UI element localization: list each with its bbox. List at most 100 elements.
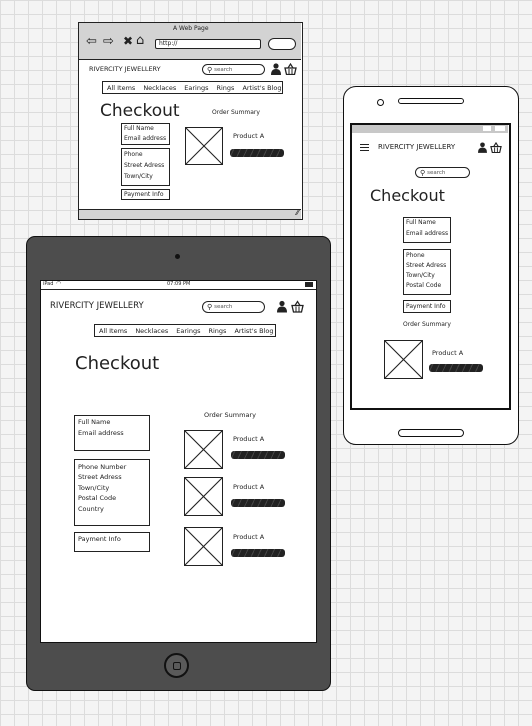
payment-info-label: Payment Info <box>124 191 164 198</box>
user-icon[interactable] <box>277 300 287 313</box>
form-name-email[interactable]: Full Name Email address <box>403 217 451 243</box>
form-name-email[interactable]: Full Name Email address <box>74 415 150 451</box>
tablet-status-bar: iPad ◠ 07:09 PM <box>41 280 316 290</box>
tablet-home-button[interactable] <box>164 653 189 678</box>
search-input[interactable]: ⚲ search <box>202 301 265 313</box>
basket-icon[interactable] <box>291 300 304 313</box>
search-placeholder: search <box>214 304 233 310</box>
product-name: Product A <box>233 435 265 443</box>
product-image-placeholder <box>184 527 223 566</box>
field-email[interactable]: Email address <box>406 231 448 237</box>
field-postal-code[interactable]: Postal Code <box>406 283 441 289</box>
nav-rings[interactable]: Rings <box>212 84 238 92</box>
desktop-wireframe: A Web Page ⇦ ⇨ ✖ ⌂ http:// RIVERCITY JEW… <box>78 22 303 220</box>
browser-title: A Web Page <box>173 25 209 32</box>
nav-earings[interactable]: Earings <box>172 327 204 335</box>
field-street[interactable]: Street Adress <box>406 263 446 269</box>
tablet-device: iPad ◠ 07:09 PM RIVERCITY JEWELLERY ⚲ se… <box>26 236 331 691</box>
field-phone[interactable]: Phone <box>124 152 143 158</box>
nav-necklaces[interactable]: Necklaces <box>131 327 172 335</box>
nav-all-items[interactable]: All Items <box>95 327 131 335</box>
field-full-name[interactable]: Full Name <box>78 419 110 426</box>
nav-rings[interactable]: Rings <box>204 327 230 335</box>
field-street[interactable]: Street Adress <box>124 163 164 169</box>
field-street[interactable]: Street Adress <box>78 474 122 481</box>
form-name-email[interactable]: Full Name Email address <box>121 123 170 145</box>
basket-icon[interactable] <box>284 63 297 75</box>
brand-logo[interactable]: RIVERCITY JEWELLERY <box>378 144 455 151</box>
search-input[interactable]: ⚲ search <box>202 64 265 75</box>
form-address[interactable]: Phone Street Adress Town/City <box>121 148 170 186</box>
nav-necklaces[interactable]: Necklaces <box>139 84 180 92</box>
field-full-name[interactable]: Full Name <box>124 126 154 132</box>
tablet-status-time: 07:09 PM <box>167 281 191 287</box>
home-icon[interactable]: ⌂ <box>136 33 144 48</box>
phone-home-button[interactable] <box>398 429 464 437</box>
form-address[interactable]: Phone Number Street Adress Town/City Pos… <box>74 459 150 526</box>
payment-info-button[interactable]: Payment Info <box>121 189 170 200</box>
field-country[interactable]: Country <box>78 506 104 513</box>
field-email[interactable]: Email address <box>124 136 166 142</box>
form-address[interactable]: Phone Street Adress Town/City Postal Cod… <box>403 249 451 295</box>
nav-artists-blog[interactable]: Artist's Blog <box>230 327 277 335</box>
user-icon[interactable] <box>478 142 487 153</box>
close-icon[interactable]: ✖ <box>123 34 133 48</box>
phone-device: RIVERCITY JEWELLERY ⚲ search Checkout Fu… <box>343 86 519 445</box>
search-input[interactable]: ⚲ search <box>415 167 470 178</box>
product-image-placeholder <box>185 127 223 165</box>
product-description-scribble <box>429 364 483 372</box>
product-description-scribble <box>230 149 284 157</box>
signal-icon <box>483 126 491 131</box>
back-arrow-icon[interactable]: ⇦ <box>86 34 97 49</box>
product-image-placeholder <box>384 340 423 379</box>
brand-logo[interactable]: RIVERCITY JEWELLERY <box>50 302 144 311</box>
nav-artists-blog[interactable]: Artist's Blog <box>238 84 285 92</box>
hamburger-menu-icon[interactable] <box>360 144 369 151</box>
user-icon[interactable] <box>271 63 281 75</box>
field-town[interactable]: Town/City <box>78 485 109 492</box>
url-bar[interactable]: http:// <box>155 39 261 49</box>
payment-info-label: Payment Info <box>78 535 121 543</box>
brand-logo[interactable]: RIVERCITY JEWELLERY <box>89 66 161 73</box>
field-postal-code[interactable]: Postal Code <box>78 495 116 502</box>
product-image-placeholder <box>184 430 223 469</box>
field-phone-number[interactable]: Phone Number <box>78 464 126 471</box>
product-name: Product A <box>233 533 265 541</box>
wifi-icon: ◠ <box>56 280 62 287</box>
product-image-placeholder <box>184 477 223 516</box>
product-name: Product A <box>432 349 464 357</box>
order-summary-label: Order Summary <box>212 109 260 116</box>
phone-screen: RIVERCITY JEWELLERY ⚲ search Checkout Fu… <box>350 123 511 410</box>
checkout-title: Checkout <box>100 101 180 121</box>
browser-search[interactable] <box>268 38 296 50</box>
search-icon: ⚲ <box>207 303 213 311</box>
nav-all-items[interactable]: All Items <box>103 84 139 92</box>
checkout-title: Checkout <box>370 186 445 205</box>
resize-grip-icon[interactable]: ⁄⁄ <box>296 208 299 217</box>
search-placeholder: search <box>214 66 233 73</box>
battery-icon <box>305 282 313 287</box>
nav-earings[interactable]: Earings <box>180 84 212 92</box>
field-town[interactable]: Town/City <box>406 273 435 279</box>
payment-info-button[interactable]: Payment Info <box>403 300 451 313</box>
payment-info-label: Payment Info <box>406 303 446 310</box>
product-description-scribble <box>231 549 285 557</box>
tablet-screen: iPad ◠ 07:09 PM RIVERCITY JEWELLERY ⚲ se… <box>40 280 317 643</box>
product-description-scribble <box>231 499 285 507</box>
basket-icon[interactable] <box>490 142 502 153</box>
field-town[interactable]: Town/City <box>124 174 153 180</box>
order-summary-label: Order Summary <box>403 321 451 328</box>
tablet-camera <box>175 254 180 259</box>
forward-arrow-icon[interactable]: ⇨ <box>103 34 114 49</box>
field-phone[interactable]: Phone <box>406 253 425 259</box>
search-placeholder: search <box>427 169 446 176</box>
checkout-title: Checkout <box>75 353 160 374</box>
browser-titlebar: A Web Page ⇦ ⇨ ✖ ⌂ http:// <box>79 23 301 60</box>
product-name: Product A <box>233 483 265 491</box>
payment-info-button[interactable]: Payment Info <box>74 532 150 552</box>
field-email[interactable]: Email address <box>78 430 124 437</box>
product-description-scribble <box>231 451 285 459</box>
field-full-name[interactable]: Full Name <box>406 220 436 226</box>
phone-status-bar <box>352 125 508 133</box>
tablet-nav: All Items Necklaces Earings Rings Artist… <box>94 324 276 337</box>
